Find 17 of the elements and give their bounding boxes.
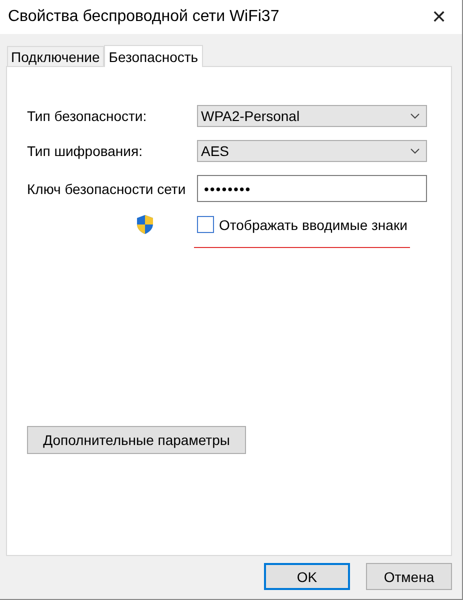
shield-icon <box>136 214 154 235</box>
password-field[interactable]: •••••••• <box>197 175 427 202</box>
show-characters-checkbox[interactable]: Отображать вводимые знаки <box>197 216 408 233</box>
dialog-button[interactable]: OK <box>264 563 350 590</box>
chevron-down-icon <box>410 113 420 119</box>
field-label: Тип безопасности: <box>27 108 148 124</box>
field-label: Ключ безопасности сети <box>27 180 187 196</box>
tab[interactable]: Подключение <box>7 46 104 66</box>
dialog-button[interactable]: Отмена <box>366 563 452 590</box>
dropdown[interactable]: WPA2-Personal <box>197 105 427 127</box>
window-title: Свойства беспроводной сети WiFi37 <box>8 8 280 26</box>
field-label: Тип шифрования: <box>27 143 144 159</box>
advanced-settings-button[interactable]: Дополнительные параметры <box>27 426 246 454</box>
close-button[interactable]: ✕ <box>416 0 462 34</box>
dropdown[interactable]: AES <box>197 140 427 162</box>
chevron-down-icon <box>410 148 420 154</box>
tab[interactable]: Безопасность <box>104 45 204 67</box>
